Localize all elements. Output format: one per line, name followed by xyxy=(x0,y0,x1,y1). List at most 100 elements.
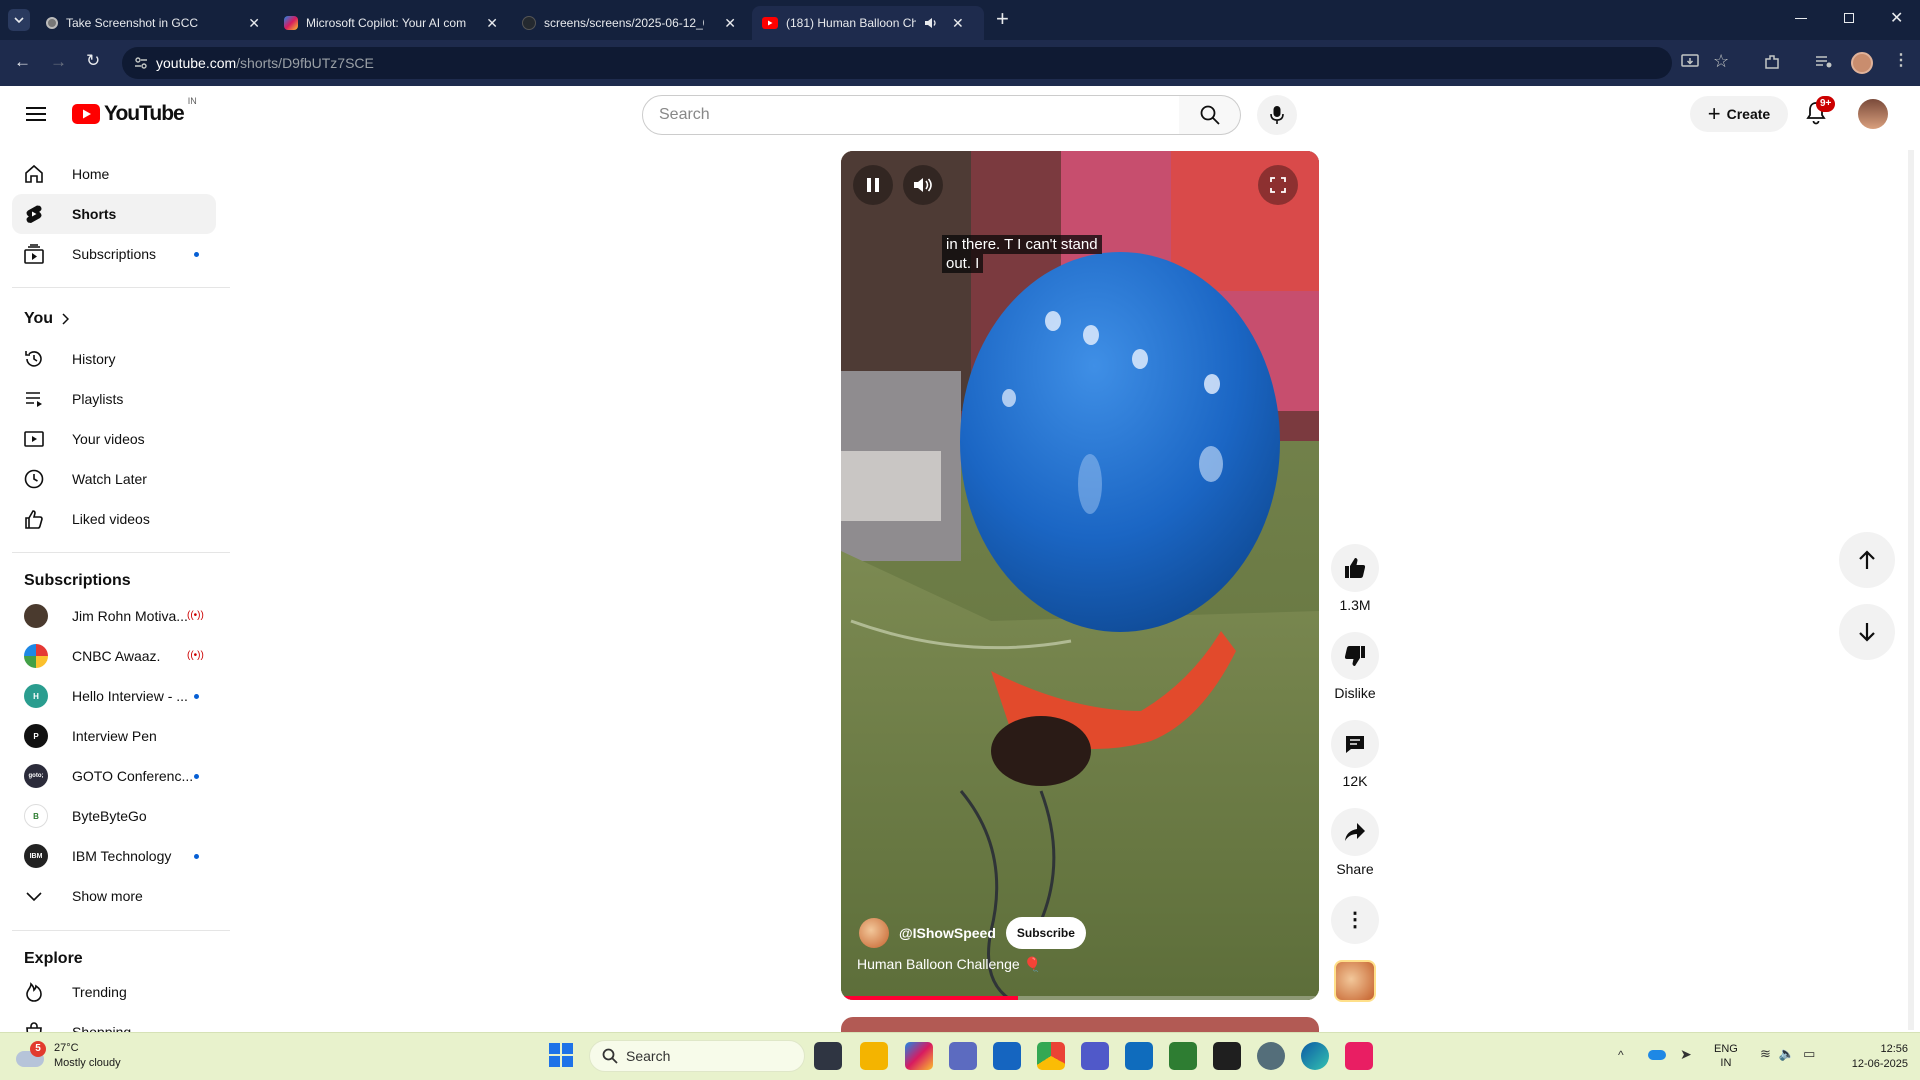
next-short-button[interactable] xyxy=(1839,604,1895,660)
search-input[interactable]: Search xyxy=(642,95,1180,135)
sidebar-item-trending[interactable]: Trending xyxy=(12,972,216,1012)
sidebar-item-subscriptions[interactable]: Subscriptions xyxy=(12,234,216,274)
browser-profile-avatar[interactable] xyxy=(1851,52,1873,74)
more-options-button[interactable]: ⋮ xyxy=(1331,896,1379,944)
store-icon[interactable] xyxy=(993,1042,1021,1070)
subscriptions-icon xyxy=(24,244,44,264)
channel-avatar: goto; xyxy=(24,764,48,788)
sidebar-item-label: Playlists xyxy=(72,391,124,407)
volume-button[interactable] xyxy=(903,165,943,205)
you-section-link[interactable]: You xyxy=(24,310,70,328)
sidebar-item-your-videos[interactable]: Your videos xyxy=(12,419,216,459)
minimize-button[interactable] xyxy=(1795,18,1807,19)
spreadsheet-app-icon[interactable] xyxy=(1169,1042,1197,1070)
system-tray-quick-settings[interactable]: ≋ 🔈 ▭ xyxy=(1760,1046,1815,1062)
close-window-button[interactable]: ✕ xyxy=(1890,8,1903,28)
trending-icon xyxy=(26,982,42,1002)
sidebar-item-home[interactable]: Home xyxy=(12,154,216,194)
teams-icon[interactable] xyxy=(1081,1042,1109,1070)
copilot-icon xyxy=(284,16,298,30)
sidebar-subscription-item[interactable]: B ByteByteGo xyxy=(12,796,216,836)
like-button[interactable] xyxy=(1331,544,1379,592)
dislike-button[interactable] xyxy=(1331,632,1379,680)
browser-tab-active[interactable]: (181) Human Balloon Challe ✕ xyxy=(752,6,984,40)
forward-button[interactable]: → xyxy=(50,52,67,72)
restore-button[interactable] xyxy=(1844,13,1854,23)
account-avatar[interactable] xyxy=(1858,99,1888,129)
tab-search-button[interactable] xyxy=(8,9,30,31)
speaker-icon[interactable] xyxy=(924,17,938,29)
install-app-icon[interactable] xyxy=(1681,54,1699,70)
voice-search-button[interactable] xyxy=(1257,95,1297,135)
copilot-app-icon[interactable] xyxy=(905,1042,933,1070)
language-code: ENG xyxy=(1714,1043,1738,1055)
sidebar-subscription-item[interactable]: CNBC Awaaz. ((•)) xyxy=(12,636,216,676)
sidebar-item-playlists[interactable]: Playlists xyxy=(12,379,216,419)
browser-tab[interactable]: Microsoft Copilot: Your AI comp ✕ xyxy=(274,6,508,40)
browser-tab[interactable]: Take Screenshot in GCC ✕ xyxy=(36,6,270,40)
show-hidden-icons-chevron-icon[interactable]: ^ xyxy=(1618,1048,1624,1062)
bookmark-star-icon[interactable]: ☆ xyxy=(1713,51,1729,72)
app-window-icon[interactable] xyxy=(949,1042,977,1070)
terminal-icon[interactable] xyxy=(1213,1042,1241,1070)
sidebar-subscription-item[interactable]: H Hello Interview - ... xyxy=(12,676,216,716)
close-tab-icon[interactable]: ✕ xyxy=(724,15,736,32)
channel-avatar[interactable] xyxy=(859,918,889,948)
channel-row: @IShowSpeed Subscribe xyxy=(859,917,1086,949)
shorts-video-player[interactable]: in there. T I can't stand out. I @IShowS… xyxy=(841,151,1319,1000)
search-icon xyxy=(1200,105,1220,125)
sidebar-item-shorts[interactable]: Shorts xyxy=(12,194,216,234)
site-info-icon[interactable] xyxy=(134,56,148,70)
fullscreen-button[interactable] xyxy=(1258,165,1298,205)
outlook-icon[interactable] xyxy=(1125,1042,1153,1070)
search-button[interactable] xyxy=(1179,95,1241,135)
taskbar-search-box[interactable]: Search xyxy=(589,1040,805,1072)
sidebar-subscription-item[interactable]: goto; GOTO Conferenc... xyxy=(12,756,216,796)
sidebar-item-watch-later[interactable]: Watch Later xyxy=(12,459,216,499)
hamburger-menu-icon[interactable] xyxy=(26,106,46,122)
sidebar-subscription-item[interactable]: IBM IBM Technology xyxy=(12,836,216,876)
create-button[interactable]: + Create xyxy=(1690,96,1788,132)
task-view-icon[interactable] xyxy=(814,1042,842,1070)
reload-button[interactable]: ↻ xyxy=(86,51,100,71)
new-tab-button[interactable]: + xyxy=(996,8,1009,30)
sidebar-item-liked-videos[interactable]: Liked videos xyxy=(12,499,216,539)
close-tab-icon[interactable]: ✕ xyxy=(486,15,498,32)
share-button[interactable] xyxy=(1331,808,1379,856)
settings-gear-icon[interactable] xyxy=(1257,1042,1285,1070)
media-controls-icon[interactable] xyxy=(1815,55,1833,69)
close-tab-icon[interactable]: ✕ xyxy=(952,15,964,32)
sidebar-item-history[interactable]: History xyxy=(12,339,216,379)
back-button[interactable]: ← xyxy=(14,52,31,72)
short-title[interactable]: Human Balloon Challenge 🎈 xyxy=(857,956,1041,973)
location-arrow-icon[interactable]: ➤ xyxy=(1680,1046,1692,1063)
progress-track[interactable] xyxy=(841,996,1319,1000)
file-explorer-icon[interactable] xyxy=(860,1042,888,1070)
browser-menu-icon[interactable]: ⋮ xyxy=(1893,50,1909,70)
chrome-icon[interactable] xyxy=(1037,1042,1065,1070)
show-more-button[interactable]: Show more xyxy=(12,876,216,916)
page-scrollbar[interactable] xyxy=(1908,150,1914,1030)
close-tab-icon[interactable]: ✕ xyxy=(248,15,260,32)
channel-handle[interactable]: @IShowSpeed xyxy=(899,925,996,941)
weather-widget[interactable]: 5 27°C Mostly cloudy xyxy=(14,1041,121,1071)
address-bar[interactable]: youtube.com/shorts/D9fbUTz7SCE xyxy=(122,47,1672,79)
notifications-button[interactable]: 9+ xyxy=(1804,96,1836,126)
sidebar-item-shopping[interactable]: Shopping xyxy=(12,1012,216,1032)
edge-icon[interactable] xyxy=(1301,1042,1329,1070)
sidebar-subscription-item[interactable]: Jim Rohn Motiva... ((•)) xyxy=(12,596,216,636)
subscribe-button[interactable]: Subscribe xyxy=(1005,917,1086,949)
pause-button[interactable] xyxy=(853,165,893,205)
onedrive-icon[interactable] xyxy=(1648,1050,1666,1060)
clock[interactable]: 12:56 12-06-2025 xyxy=(1830,1042,1908,1072)
previous-short-button[interactable] xyxy=(1839,532,1895,588)
extensions-icon[interactable] xyxy=(1763,53,1781,71)
comments-button[interactable] xyxy=(1331,720,1379,768)
youtube-logo[interactable]: YouTube IN xyxy=(72,96,197,126)
input-language-indicator[interactable]: ENG IN xyxy=(1714,1042,1738,1070)
sidebar-subscription-item[interactable]: P Interview Pen xyxy=(12,716,216,756)
start-button[interactable] xyxy=(549,1043,573,1067)
snipping-tool-icon[interactable] xyxy=(1345,1042,1373,1070)
browser-tab[interactable]: screens/screens/2025-06-12_09 ✕ xyxy=(512,6,746,40)
sound-thumbnail[interactable] xyxy=(1334,960,1376,1002)
